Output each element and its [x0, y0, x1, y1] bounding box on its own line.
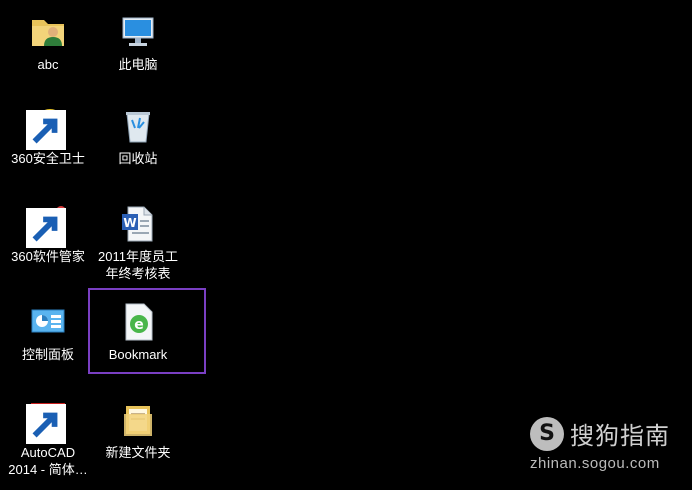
- icon-label: Bookmark: [108, 347, 168, 362]
- shortcut-arrow-icon: [26, 404, 66, 444]
- desktop-icon-360-safe[interactable]: 360安全卫士: [0, 106, 96, 167]
- icon-label: abc: [37, 57, 59, 72]
- autocad-icon: [26, 400, 68, 444]
- icon-label: 新建文件夹: [105, 445, 171, 460]
- computer-icon: [118, 12, 158, 52]
- icon-label: 360软件管家: [11, 249, 85, 264]
- watermark-url: zhinan.sogou.com: [530, 455, 660, 472]
- user-folder-icon: [28, 12, 68, 52]
- desktop-icon-recycle-bin[interactable]: 回收站: [90, 106, 186, 167]
- watermark-name: 搜狗指南: [570, 422, 670, 450]
- desktop-icon-new-folder[interactable]: 新建文件夹: [90, 400, 186, 461]
- 360-safe-icon: [26, 106, 68, 150]
- 360-software-manager-icon: [26, 204, 68, 248]
- desktop-icon-control-panel[interactable]: 控制面板: [0, 302, 96, 363]
- icon-label: 360安全卫士: [11, 151, 85, 166]
- desktop-icon-bookmark[interactable]: e Bookmark: [90, 302, 186, 363]
- svg-text:W: W: [123, 216, 136, 230]
- control-panel-icon: [28, 302, 68, 342]
- sogou-logo-icon: S: [530, 416, 564, 451]
- folder-icon: [118, 400, 158, 440]
- shortcut-arrow-icon: [26, 208, 66, 248]
- desktop-icon-autocad[interactable]: AutoCAD 2014 - 简体…: [0, 400, 96, 478]
- icon-label: 控制面板: [21, 347, 74, 362]
- icon-label: AutoCAD 2014 - 简体…: [8, 445, 88, 477]
- recycle-bin-icon: [118, 106, 158, 146]
- shortcut-arrow-icon: [26, 110, 66, 150]
- desktop-icon-360-software-manager[interactable]: 360软件管家: [0, 204, 96, 265]
- sogou-watermark: S 搜狗指南 zhinan.sogou.com: [530, 416, 670, 472]
- desktop-icon-this-pc[interactable]: 此电脑: [90, 12, 186, 73]
- desktop-icon-word-document[interactable]: W 2011年度员工 年终考核表: [90, 204, 186, 282]
- svg-text:e: e: [134, 317, 144, 333]
- desktop-icon-abc[interactable]: abc: [0, 12, 96, 73]
- icon-label: 此电脑: [118, 57, 158, 72]
- icon-label: 回收站: [118, 151, 158, 166]
- word-document-icon: W: [118, 204, 158, 244]
- ie-bookmark-icon: e: [118, 302, 158, 342]
- icon-label: 2011年度员工 年终考核表: [98, 249, 178, 281]
